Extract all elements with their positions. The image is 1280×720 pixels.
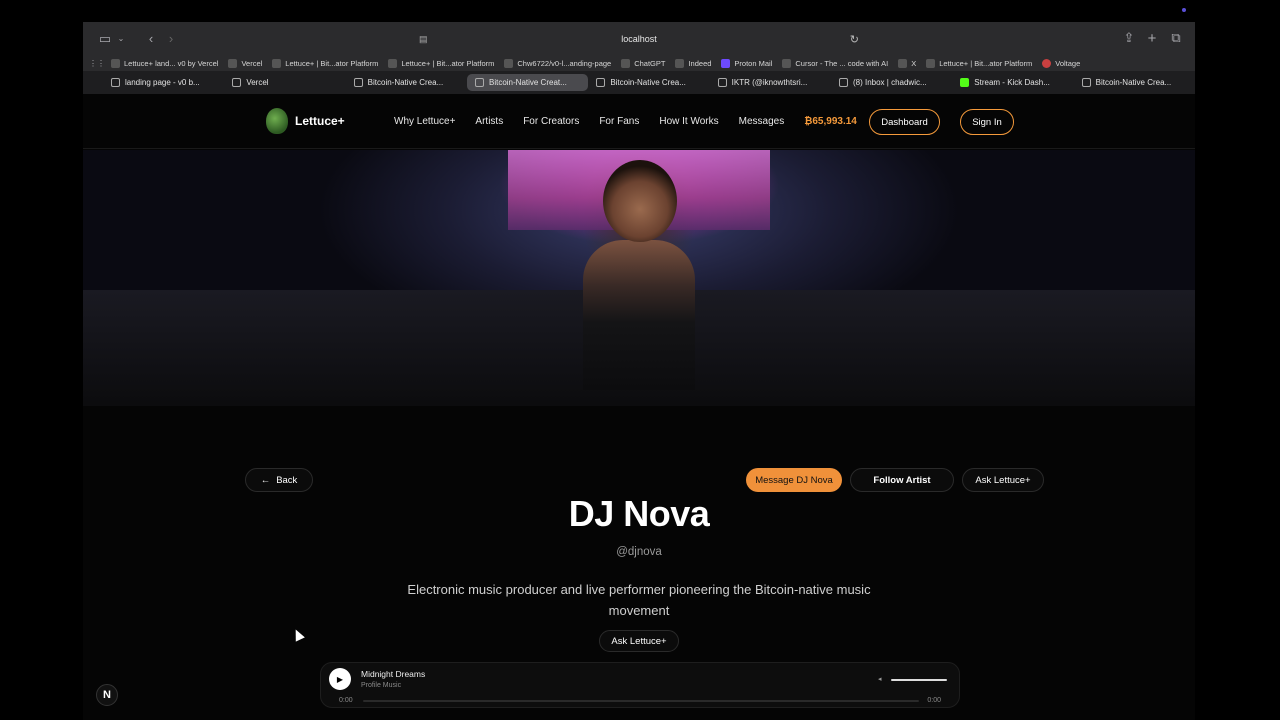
bookmark[interactable]: Lettuce+ | Bit...ator Platform	[388, 58, 494, 68]
browser-tab[interactable]: Vercel	[224, 74, 345, 91]
browser-window: ▭ ⌄ ‹ › ▤ localhost ↻ ⇪ + ⧉ ⋮⋮ Lettuce+ …	[83, 22, 1195, 720]
nav-link-creators[interactable]: For Creators	[523, 116, 579, 127]
cursor-app-icon	[782, 58, 792, 68]
artist-handle: @djnova	[616, 546, 662, 558]
share-icon[interactable]: ⇪	[1119, 28, 1139, 48]
bookmark[interactable]: Proton Mail	[721, 58, 772, 68]
bookmark[interactable]: X	[898, 58, 916, 68]
browser-tab[interactable]: landing page - v0 b...	[103, 74, 224, 91]
browser-tab[interactable]: Bitcoin-Native Crea...	[588, 74, 709, 91]
message-artist-button[interactable]: Message DJ Nova	[746, 468, 842, 492]
voltage-icon	[1042, 58, 1052, 68]
artist-bio: Electronic music producer and live perfo…	[407, 582, 871, 618]
new-tab-icon[interactable]: +	[1142, 28, 1162, 48]
kick-icon	[960, 78, 970, 87]
browser-tab-active[interactable]: Bitcoin-Native Creat...	[466, 74, 589, 91]
audio-player: ▶ Midnight Dreams Profile Music ◂ 0:00 0…	[320, 662, 960, 708]
nav-link-fans[interactable]: For Fans	[599, 116, 639, 127]
progress-bar[interactable]	[363, 700, 919, 702]
proton-mail-icon	[721, 58, 731, 68]
back-arrow-icon[interactable]: ‹	[141, 29, 161, 49]
nav-link-messages[interactable]: Messages	[739, 116, 785, 127]
page-content: Lettuce+ Why Lettuce+ Artists For Creato…	[83, 94, 1195, 720]
tab-favicon-icon	[353, 78, 363, 87]
nextjs-dev-indicator-icon[interactable]: N	[96, 684, 118, 706]
browser-tab[interactable]: Bitcoin-Native Crea...	[346, 74, 467, 91]
bookmark-favicon-icon	[926, 58, 936, 68]
bookmark[interactable]: Cursor - The ... code with AI	[782, 58, 888, 68]
lettuce-logo-icon	[266, 108, 288, 134]
ask-lettuce-secondary-button[interactable]: Ask Lettuce+	[599, 630, 679, 652]
brand-logo[interactable]: Lettuce+	[266, 108, 345, 134]
tab-favicon-icon	[474, 78, 484, 87]
bookmark[interactable]: Indeed	[675, 58, 711, 68]
brand-name: Lettuce+	[295, 114, 345, 128]
tab-overview-icon[interactable]: ⧉	[1166, 28, 1186, 48]
sign-in-button[interactable]: Sign In	[960, 109, 1014, 135]
bookmark[interactable]: Lettuce+ land... v0 by Vercel	[111, 58, 218, 68]
status-dot	[1182, 8, 1186, 12]
chatgpt-icon	[621, 58, 631, 68]
dj-photo	[573, 160, 703, 390]
profile-actions: Message DJ Nova Follow Artist Ask Lettuc…	[746, 468, 1052, 492]
follow-artist-button[interactable]: Follow Artist	[850, 468, 954, 492]
apps-grid-icon[interactable]: ⋮⋮	[89, 55, 105, 71]
bookmark[interactable]: Lettuce+ | Bit...ator Platform	[272, 58, 378, 68]
tab-favicon-icon	[838, 78, 848, 87]
tab-favicon-icon	[111, 78, 120, 87]
arrow-left-icon: ←	[260, 474, 271, 486]
bookmark[interactable]: Lettuce+ | Bit...ator Platform	[926, 58, 1032, 68]
x-icon	[898, 58, 908, 68]
sidebar-toggle-icon[interactable]: ▭	[95, 29, 115, 49]
x-icon	[717, 78, 727, 87]
nav-link-how[interactable]: How It Works	[659, 116, 718, 127]
site-nav: Lettuce+ Why Lettuce+ Artists For Creato…	[83, 94, 1195, 149]
indeed-icon	[675, 58, 685, 68]
elapsed-time: 0:00	[339, 697, 353, 704]
nav-link-why[interactable]: Why Lettuce+	[394, 116, 455, 127]
track-title: Midnight Dreams	[361, 669, 426, 679]
browser-toolbar: ▭ ⌄ ‹ › ▤ localhost ↻ ⇪ + ⧉	[83, 22, 1195, 55]
url-text: localhost	[621, 34, 657, 44]
bookmark-favicon-icon	[272, 58, 282, 68]
github-icon	[504, 58, 514, 68]
volume-icon[interactable]: ◂	[878, 675, 882, 683]
tab-favicon-icon	[596, 78, 606, 87]
bookmark[interactable]: Voltage	[1042, 58, 1080, 68]
reload-icon[interactable]: ↻	[850, 33, 859, 46]
tab-strip: landing page - v0 b... Vercel Bitcoin-Na…	[83, 71, 1195, 94]
dashboard-button[interactable]: Dashboard	[869, 109, 940, 135]
chevron-down-icon[interactable]: ⌄	[115, 29, 127, 49]
vercel-icon	[232, 78, 242, 87]
browser-tab[interactable]: IKTR (@iknowthtsri...	[710, 74, 831, 91]
address-bar[interactable]: ▤ localhost ↻	[413, 28, 865, 50]
page-icon: ▤	[419, 33, 428, 44]
tab-favicon-icon	[1081, 78, 1091, 87]
track-source: Profile Music	[361, 682, 402, 689]
forward-arrow-icon[interactable]: ›	[161, 29, 181, 49]
duration-time: 0:00	[927, 697, 941, 704]
browser-tab[interactable]: Stream - Kick Dash...	[952, 74, 1073, 91]
bookmark[interactable]: Chw6722/v0-l...anding-page	[504, 58, 611, 68]
bookmarks-bar: ⋮⋮ Lettuce+ land... v0 by Vercel Vercel …	[83, 55, 1195, 71]
bookmark[interactable]: ChatGPT	[621, 58, 665, 68]
nav-links: Why Lettuce+ Artists For Creators For Fa…	[394, 94, 877, 149]
artist-name: DJ Nova	[568, 493, 710, 534]
play-icon[interactable]: ▶	[329, 668, 351, 690]
back-button[interactable]: ← Back	[245, 468, 313, 492]
bookmark[interactable]: Vercel	[228, 58, 262, 68]
volume-slider[interactable]	[891, 679, 947, 681]
ask-lettuce-button[interactable]: Ask Lettuce+	[962, 468, 1044, 492]
browser-tab[interactable]: (8) Inbox | chadwic...	[831, 74, 952, 91]
bookmark-favicon-icon	[111, 58, 120, 68]
hero-banner-image	[83, 150, 1195, 406]
browser-tab[interactable]: Bitcoin-Native Crea...	[1074, 74, 1195, 91]
btc-balance: ₿65,993.14	[804, 116, 857, 127]
nav-link-artists[interactable]: Artists	[475, 116, 503, 127]
bookmark-favicon-icon	[228, 58, 238, 68]
bookmark-favicon-icon	[388, 58, 398, 68]
